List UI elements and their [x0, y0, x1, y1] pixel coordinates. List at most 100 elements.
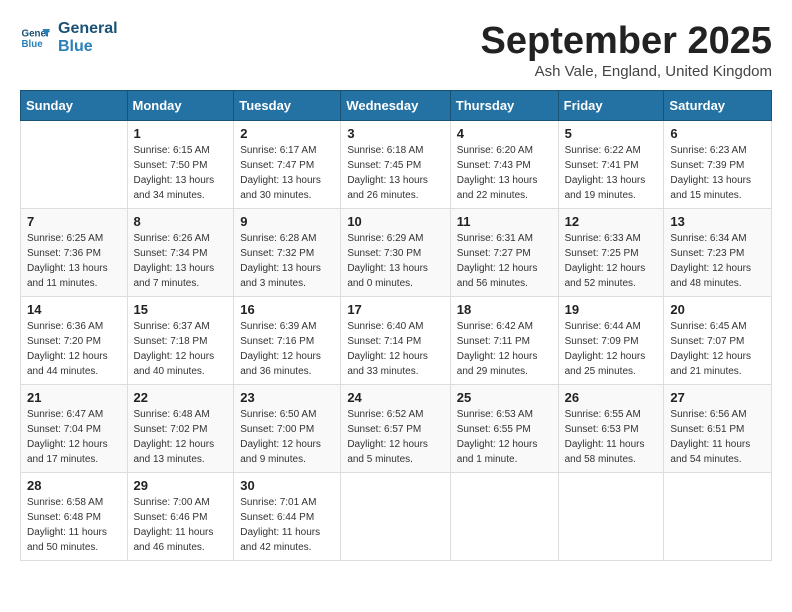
location-title: Ash Vale, England, United Kingdom — [481, 63, 773, 80]
calendar-week-row: 28Sunrise: 6:58 AMSunset: 6:48 PMDayligh… — [21, 473, 772, 561]
header-friday: Friday — [558, 91, 664, 121]
day-info: Sunrise: 6:47 AMSunset: 7:04 PMDaylight:… — [27, 407, 121, 467]
day-info: Sunrise: 6:48 AMSunset: 7:02 PMDaylight:… — [134, 407, 228, 467]
calendar-table: Sunday Monday Tuesday Wednesday Thursday… — [20, 90, 772, 561]
day-number: 23 — [240, 390, 334, 405]
day-number: 10 — [347, 214, 443, 229]
calendar-cell — [450, 473, 558, 561]
day-number: 29 — [134, 478, 228, 493]
calendar-cell: 29 Sunrise: 7:00 AMSunset: 6:46 PMDayligh… — [127, 473, 234, 561]
calendar-cell: 15 Sunrise: 6:37 AMSunset: 7:18 PMDayligh… — [127, 297, 234, 385]
calendar-cell: 14 Sunrise: 6:36 AMSunset: 7:20 PMDayligh… — [21, 297, 128, 385]
day-number: 4 — [457, 126, 552, 141]
calendar-cell — [21, 121, 128, 209]
day-info: Sunrise: 6:52 AMSunset: 6:57 PMDaylight:… — [347, 407, 443, 467]
day-info: Sunrise: 6:20 AMSunset: 7:43 PMDaylight:… — [457, 143, 552, 203]
calendar-week-row: 1 Sunrise: 6:15 AMSunset: 7:50 PMDaylight… — [21, 121, 772, 209]
header-row: Sunday Monday Tuesday Wednesday Thursday… — [21, 91, 772, 121]
calendar-cell: 11 Sunrise: 6:31 AMSunset: 7:27 PMDayligh… — [450, 209, 558, 297]
day-number: 3 — [347, 126, 443, 141]
header-sunday: Sunday — [21, 91, 128, 121]
logo-icon: General Blue — [20, 23, 50, 53]
day-number: 12 — [565, 214, 658, 229]
calendar-cell: 25 Sunrise: 6:53 AMSunset: 6:55 PMDayligh… — [450, 385, 558, 473]
day-number: 14 — [27, 302, 121, 317]
day-info: Sunrise: 6:40 AMSunset: 7:14 PMDaylight:… — [347, 319, 443, 379]
calendar-cell: 23 Sunrise: 6:50 AMSunset: 7:00 PMDayligh… — [234, 385, 341, 473]
day-info: Sunrise: 6:55 AMSunset: 6:53 PMDaylight:… — [565, 407, 658, 467]
title-section: September 2025 Ash Vale, England, United… — [481, 20, 773, 80]
day-info: Sunrise: 6:28 AMSunset: 7:32 PMDaylight:… — [240, 231, 334, 291]
calendar-cell: 22 Sunrise: 6:48 AMSunset: 7:02 PMDayligh… — [127, 385, 234, 473]
calendar-cell: 8 Sunrise: 6:26 AMSunset: 7:34 PMDaylight… — [127, 209, 234, 297]
day-info: Sunrise: 6:42 AMSunset: 7:11 PMDaylight:… — [457, 319, 552, 379]
day-info: Sunrise: 6:15 AMSunset: 7:50 PMDaylight:… — [134, 143, 228, 203]
day-number: 16 — [240, 302, 334, 317]
calendar-cell: 5 Sunrise: 6:22 AMSunset: 7:41 PMDaylight… — [558, 121, 664, 209]
header-tuesday: Tuesday — [234, 91, 341, 121]
day-info: Sunrise: 6:22 AMSunset: 7:41 PMDaylight:… — [565, 143, 658, 203]
day-number: 2 — [240, 126, 334, 141]
day-info: Sunrise: 6:25 AMSunset: 7:36 PMDaylight:… — [27, 231, 121, 291]
day-number: 22 — [134, 390, 228, 405]
calendar-cell: 7 Sunrise: 6:25 AMSunset: 7:36 PMDaylight… — [21, 209, 128, 297]
calendar-cell: 4 Sunrise: 6:20 AMSunset: 7:43 PMDaylight… — [450, 121, 558, 209]
day-number: 27 — [670, 390, 765, 405]
day-number: 7 — [27, 214, 121, 229]
calendar-cell: 24Sunrise: 6:52 AMSunset: 6:57 PMDayligh… — [341, 385, 450, 473]
day-info: Sunrise: 6:37 AMSunset: 7:18 PMDaylight:… — [134, 319, 228, 379]
day-number: 13 — [670, 214, 765, 229]
day-info: Sunrise: 6:39 AMSunset: 7:16 PMDaylight:… — [240, 319, 334, 379]
calendar-week-row: 7 Sunrise: 6:25 AMSunset: 7:36 PMDaylight… — [21, 209, 772, 297]
day-info: Sunrise: 6:50 AMSunset: 7:00 PMDaylight:… — [240, 407, 334, 467]
day-number: 18 — [457, 302, 552, 317]
day-number: 19 — [565, 302, 658, 317]
calendar-week-row: 14 Sunrise: 6:36 AMSunset: 7:20 PMDayligh… — [21, 297, 772, 385]
day-number: 8 — [134, 214, 228, 229]
day-number: 9 — [240, 214, 334, 229]
calendar-cell: 3 Sunrise: 6:18 AMSunset: 7:45 PMDaylight… — [341, 121, 450, 209]
day-number: 5 — [565, 126, 658, 141]
calendar-cell: 27Sunrise: 6:56 AMSunset: 6:51 PMDayligh… — [664, 385, 772, 473]
calendar-cell: 17 Sunrise: 6:40 AMSunset: 7:14 PMDayligh… — [341, 297, 450, 385]
calendar-cell: 9 Sunrise: 6:28 AMSunset: 7:32 PMDaylight… — [234, 209, 341, 297]
day-info: Sunrise: 6:31 AMSunset: 7:27 PMDaylight:… — [457, 231, 552, 291]
day-info: Sunrise: 6:26 AMSunset: 7:34 PMDaylight:… — [134, 231, 228, 291]
calendar-cell: 6 Sunrise: 6:23 AMSunset: 7:39 PMDaylight… — [664, 121, 772, 209]
day-number: 11 — [457, 214, 552, 229]
month-title: September 2025 — [481, 20, 773, 63]
calendar-week-row: 21 Sunrise: 6:47 AMSunset: 7:04 PMDayligh… — [21, 385, 772, 473]
day-number: 28 — [27, 478, 121, 493]
day-info: Sunrise: 6:23 AMSunset: 7:39 PMDaylight:… — [670, 143, 765, 203]
header-thursday: Thursday — [450, 91, 558, 121]
day-number: 25 — [457, 390, 552, 405]
day-number: 15 — [134, 302, 228, 317]
logo: General Blue General Blue — [20, 20, 118, 55]
calendar-cell: 2Sunrise: 6:17 AMSunset: 7:47 PMDaylight… — [234, 121, 341, 209]
day-info: Sunrise: 6:34 AMSunset: 7:23 PMDaylight:… — [670, 231, 765, 291]
calendar-cell: 16 Sunrise: 6:39 AMSunset: 7:16 PMDayligh… — [234, 297, 341, 385]
day-info: Sunrise: 7:00 AMSunset: 6:46 PMDaylight:… — [134, 495, 228, 555]
day-number: 6 — [670, 126, 765, 141]
day-info: Sunrise: 6:53 AMSunset: 6:55 PMDaylight:… — [457, 407, 552, 467]
calendar-cell: 19 Sunrise: 6:44 AMSunset: 7:09 PMDayligh… — [558, 297, 664, 385]
logo-text-line2: Blue — [58, 38, 118, 56]
logo-text-line1: General — [58, 20, 118, 38]
day-info: Sunrise: 6:29 AMSunset: 7:30 PMDaylight:… — [347, 231, 443, 291]
day-number: 1 — [134, 126, 228, 141]
day-number: 30 — [240, 478, 334, 493]
day-number: 21 — [27, 390, 121, 405]
day-info: Sunrise: 6:44 AMSunset: 7:09 PMDaylight:… — [565, 319, 658, 379]
calendar-cell: 28Sunrise: 6:58 AMSunset: 6:48 PMDayligh… — [21, 473, 128, 561]
calendar-cell: 13 Sunrise: 6:34 AMSunset: 7:23 PMDayligh… — [664, 209, 772, 297]
day-number: 20 — [670, 302, 765, 317]
svg-text:Blue: Blue — [22, 39, 44, 50]
day-number: 26 — [565, 390, 658, 405]
day-info: Sunrise: 6:45 AMSunset: 7:07 PMDaylight:… — [670, 319, 765, 379]
day-info: Sunrise: 6:18 AMSunset: 7:45 PMDaylight:… — [347, 143, 443, 203]
calendar-cell: 21 Sunrise: 6:47 AMSunset: 7:04 PMDayligh… — [21, 385, 128, 473]
calendar-cell — [558, 473, 664, 561]
day-info: Sunrise: 6:36 AMSunset: 7:20 PMDaylight:… — [27, 319, 121, 379]
day-number: 17 — [347, 302, 443, 317]
calendar-cell — [664, 473, 772, 561]
